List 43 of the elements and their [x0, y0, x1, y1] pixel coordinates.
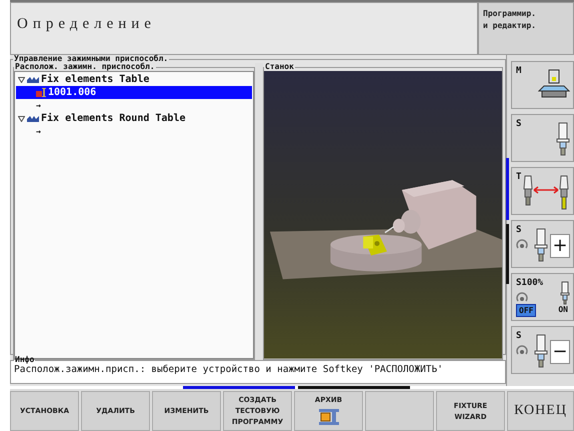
fixture-icon: [36, 88, 46, 97]
archive-clamp-icon: [318, 406, 340, 426]
side-softkey[interactable]: M: [511, 61, 574, 109]
side-softkey[interactable]: S −: [511, 326, 574, 374]
tree-item[interactable]: Fix elements Table: [41, 74, 150, 85]
collapse-triangle-icon[interactable]: [18, 116, 25, 122]
viewer-title: Станок: [264, 63, 295, 71]
mode-text: и редактир.: [483, 21, 537, 30]
side-softkey[interactable]: S: [511, 114, 574, 162]
sign-key: −: [550, 340, 570, 364]
add-arrow: →: [36, 127, 41, 136]
side-softkey[interactable]: S +: [511, 220, 574, 268]
mode-text: Программир.: [483, 9, 537, 18]
info-title: Инфо: [14, 356, 36, 364]
tool-change-icon: [522, 175, 570, 211]
panel-title: Управление зажимными приспособл.: [13, 55, 170, 63]
tree-row[interactable]: →: [16, 99, 252, 112]
tree-row[interactable]: →: [16, 125, 252, 138]
screen-title: Определение: [17, 16, 156, 32]
side-softkey[interactable]: S100% OFF ON: [511, 273, 574, 321]
rotation-icon: [516, 292, 528, 304]
softkey[interactable]: КОНЕЦ: [507, 391, 574, 431]
add-arrow: →: [36, 101, 41, 110]
machine-table-icon: [538, 69, 570, 99]
spindle-icon: [560, 281, 570, 305]
sign-key: +: [550, 234, 570, 258]
table-icon: [27, 76, 39, 83]
tree-title: Располож. зажимн. приспособл.: [15, 63, 155, 71]
spindle-icon: [556, 122, 570, 156]
tree-item-label: 1001.006: [48, 87, 96, 98]
spindle-icon: [534, 228, 548, 262]
override-state: OFF: [516, 304, 536, 317]
rotation-icon: [516, 239, 528, 251]
side-softkey[interactable]: T: [511, 167, 574, 215]
table-icon: [27, 115, 39, 122]
tree-item[interactable]: Fix elements Round Table: [41, 113, 186, 124]
splitter-handle[interactable]: [255, 63, 263, 360]
collapse-triangle-icon[interactable]: [18, 76, 25, 82]
rotation-icon: [516, 345, 528, 357]
override-state: ON: [557, 304, 569, 316]
selected-tree-row[interactable]: 1001.006: [16, 86, 252, 99]
info-message: Располож.зажимн.присп.: выберите устройство и нажмите Softkey 'РАСПОЛОЖИТЬ': [14, 364, 444, 376]
spindle-icon: [534, 334, 548, 368]
